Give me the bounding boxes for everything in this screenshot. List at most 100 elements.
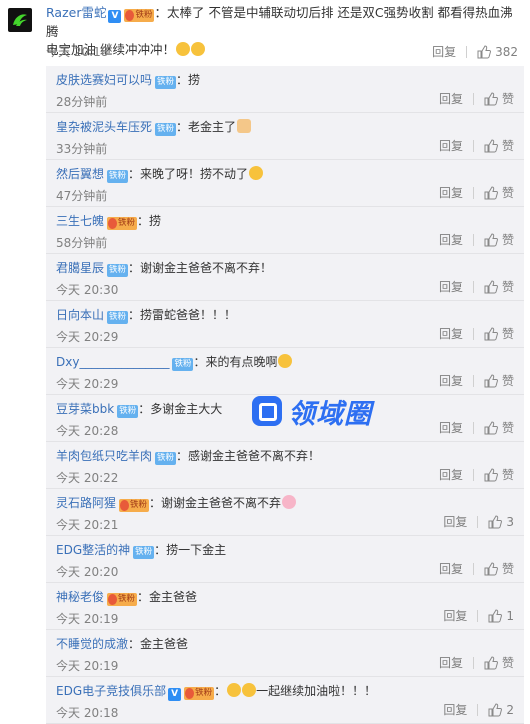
watermark: 领域圈 xyxy=(252,392,402,430)
emoji-icon xyxy=(278,354,293,368)
divider xyxy=(472,562,474,575)
reply-content: 三生七魄 铁粉 ：捞 xyxy=(56,213,161,230)
reply-text: ：谢谢金主爸爸不离不弃 xyxy=(149,496,282,510)
reply-content: 君臈星辰 铁粉 ：谢谢金主爸爸不离不弃！ xyxy=(56,260,272,277)
like-count: 382 xyxy=(495,44,518,59)
reply-time: 今天 20:29 xyxy=(56,377,119,391)
reply-user[interactable]: 君臈星辰 xyxy=(56,261,104,275)
divider xyxy=(472,421,474,434)
reply-user[interactable]: 羊肉包纸只吃羊肉 xyxy=(56,449,152,463)
thumbs-up-icon xyxy=(484,420,498,434)
reply-time: 今天 20:19 xyxy=(56,659,119,673)
main-comment-time: 今天 20:18 xyxy=(46,45,109,59)
reply-button[interactable]: 回复 xyxy=(443,513,467,530)
reply-button[interactable]: 回复 xyxy=(439,654,463,671)
reply-user[interactable]: 灵石路阿猩 xyxy=(56,496,116,510)
reply-user[interactable]: 神秘老俊 xyxy=(56,590,104,604)
verified-icon: V xyxy=(108,10,122,23)
list-item: EDG电子竞技俱乐部 V 铁粉：一起继续加油啦！！！ 今天 20:18 回复 2 xyxy=(46,677,524,724)
list-item: EDG整活的神 铁粉 ：捞一下金主 今天 20:20 回复 赞 xyxy=(46,536,524,583)
reply-actions: 回复 赞 xyxy=(439,231,514,248)
avatar[interactable] xyxy=(8,8,32,32)
divider xyxy=(477,515,479,528)
like-button[interactable]: 赞 xyxy=(484,231,514,248)
main-comment-user[interactable]: Razer雷蛇 xyxy=(46,5,106,20)
thumbs-up-icon xyxy=(488,608,503,622)
fan-badge: 铁粉 xyxy=(133,546,155,559)
reply-button[interactable]: 回复 xyxy=(439,466,463,483)
reply-user[interactable]: Dxy_______________ xyxy=(56,355,169,369)
reply-button[interactable]: 回复 xyxy=(439,325,463,342)
thumbs-up-icon xyxy=(488,702,503,716)
thumbs-up-icon xyxy=(484,561,498,575)
reply-text: 一起继续加油啦！！！ xyxy=(256,684,377,698)
divider xyxy=(477,609,479,622)
reply-content: 不睡觉的成澈：金主爸爸 xyxy=(56,636,188,652)
reply-text: ：金主爸爸 xyxy=(128,637,189,651)
like-button[interactable]: 赞 xyxy=(484,278,514,295)
like-count: 赞 xyxy=(501,139,514,153)
list-item: 皇杂被泥头车压死 铁粉 ：老金主了 33分钟前 回复 赞 xyxy=(46,113,524,160)
fan-badge: 铁粉 xyxy=(107,264,129,277)
reply-user[interactable]: 然后翼想 xyxy=(56,167,104,181)
like-button[interactable]: 赞 xyxy=(484,90,514,107)
like-button[interactable]: 赞 xyxy=(484,419,514,436)
reply-button[interactable]: 回复 xyxy=(439,231,463,248)
reply-button[interactable]: 回复 xyxy=(432,43,456,60)
like-count: 3 xyxy=(506,514,514,529)
reply-button[interactable]: 回复 xyxy=(443,607,467,624)
reply-actions: 回复 赞 xyxy=(439,654,514,671)
divider xyxy=(466,45,468,58)
fan-badge: 铁粉 xyxy=(117,405,139,418)
fan-badge: 铁粉 xyxy=(184,687,215,700)
fan-badge: 铁粉 xyxy=(107,593,138,606)
thumbs-up-icon xyxy=(484,279,498,293)
reply-user[interactable]: 皇杂被泥头车压死 xyxy=(56,120,152,134)
reply-actions: 回复 3 xyxy=(443,513,514,530)
list-item: 三生七魄 铁粉 ：捞 58分钟前 回复 赞 xyxy=(46,207,524,254)
reply-button[interactable]: 回复 xyxy=(439,278,463,295)
reply-user[interactable]: 三生七魄 xyxy=(56,214,104,228)
reply-user[interactable]: 皮肤选赛妇可以吗 xyxy=(56,73,152,87)
emoji-icon xyxy=(242,683,257,697)
fan-badge: 铁粉 xyxy=(155,452,177,465)
reply-time: 今天 20:19 xyxy=(56,612,119,626)
like-button[interactable]: 赞 xyxy=(484,560,514,577)
reply-user[interactable]: 豆芽菜bbk xyxy=(56,402,114,416)
like-count: 赞 xyxy=(501,186,514,200)
reply-button[interactable]: 回复 xyxy=(439,372,463,389)
fan-badge: 铁粉 xyxy=(107,311,129,324)
reply-button[interactable]: 回复 xyxy=(439,419,463,436)
reply-content: 日向本山 铁粉 ：捞雷蛇爸爸！！！ xyxy=(56,307,236,324)
reply-button[interactable]: 回复 xyxy=(439,184,463,201)
like-button[interactable]: 1 xyxy=(488,609,514,623)
reply-user[interactable]: 不睡觉的成澈 xyxy=(56,637,128,651)
like-button[interactable]: 赞 xyxy=(484,466,514,483)
like-count: 赞 xyxy=(501,92,514,106)
reply-user[interactable]: 日向本山 xyxy=(56,308,104,322)
reply-time: 今天 20:18 xyxy=(56,706,119,720)
reply-button[interactable]: 回复 xyxy=(439,560,463,577)
main-comment: Razer雷蛇 V 铁粉 ：太棒了 不管是中辅联动切后排 还是双C强势收割 都看得热血… xyxy=(0,0,530,62)
reply-button[interactable]: 回复 xyxy=(439,137,463,154)
reply-actions: 回复 赞 xyxy=(439,184,514,201)
like-button[interactable]: 3 xyxy=(488,515,514,529)
reply-user[interactable]: EDG电子竞技俱乐部 xyxy=(56,684,166,698)
reply-text: ：来的有点晚啊 xyxy=(193,355,278,369)
reply-user[interactable]: EDG整活的神 xyxy=(56,543,130,557)
list-item: 君臈星辰 铁粉 ：谢谢金主爸爸不离不弃！ 今天 20:30 回复 赞 xyxy=(46,254,524,301)
like-button[interactable]: 382 xyxy=(477,45,518,59)
reply-content: EDG电子竞技俱乐部 V 铁粉：一起继续加油啦！！！ xyxy=(56,683,377,701)
like-button[interactable]: 赞 xyxy=(484,372,514,389)
thumbs-up-icon xyxy=(484,373,498,387)
like-button[interactable]: 赞 xyxy=(484,325,514,342)
like-button[interactable]: 赞 xyxy=(484,137,514,154)
reply-button[interactable]: 回复 xyxy=(439,90,463,107)
reply-button[interactable]: 回复 xyxy=(443,701,467,718)
like-count: 1 xyxy=(506,608,514,623)
reply-content: 豆芽菜bbk 铁粉 ：多谢金主大大 xyxy=(56,401,222,418)
like-button[interactable]: 赞 xyxy=(484,654,514,671)
like-button[interactable]: 赞 xyxy=(484,184,514,201)
reply-time: 今天 20:30 xyxy=(56,283,119,297)
like-button[interactable]: 2 xyxy=(488,703,514,717)
